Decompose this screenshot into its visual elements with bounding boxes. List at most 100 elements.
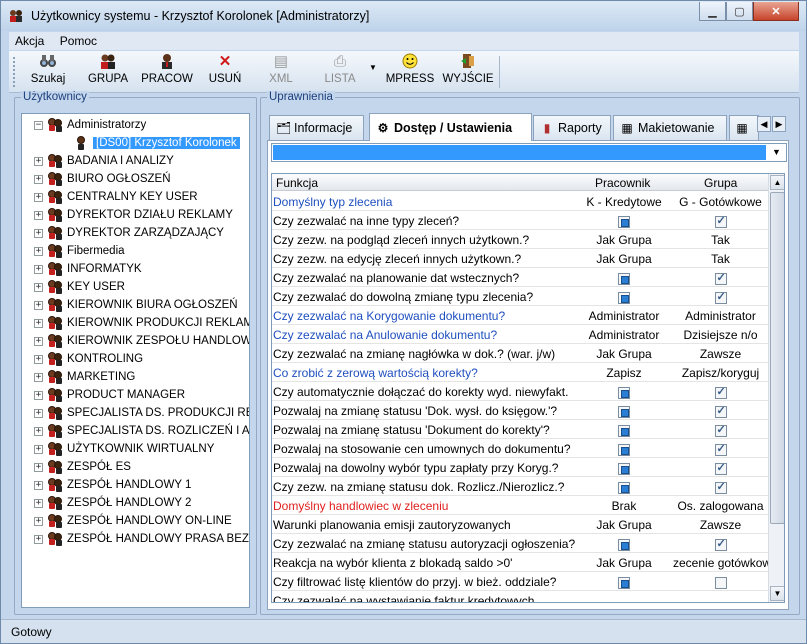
maximize-button[interactable]: ▢ <box>726 2 753 21</box>
table-row[interactable]: Pozwalaj na dowolny wybór typu zapłaty p… <box>272 458 768 477</box>
users-tree[interactable]: − Administratorzy [DS00] Krzysztof Korol… <box>21 113 250 608</box>
group-checkbox[interactable] <box>673 385 768 399</box>
expand-icon[interactable]: + <box>34 534 43 544</box>
tree-group-node[interactable]: + ZESPÓŁ HANDLOWY 1 <box>34 476 191 494</box>
tree-group-node[interactable]: +ZESPÓŁ HANDLOWY PRASA BEZPŁATNA <box>34 530 249 548</box>
table-row[interactable]: Czy zezwalać na zmianę nagłówka w dok.? … <box>272 344 768 363</box>
minimize-button[interactable]: ▁ <box>699 2 726 21</box>
employee-value[interactable]: Jak Grupa <box>569 518 679 532</box>
tree-group-node[interactable]: + DYREKTOR ZARZĄDZAJĄCY <box>34 224 224 242</box>
tree-group-node[interactable]: + PRODUCT MANAGER <box>34 386 185 404</box>
tree-group-node[interactable]: +SPECJALISTA DS. ROZLICZEŃ I ANALIZ <box>34 422 249 440</box>
menu-pomoc[interactable]: Pomoc <box>54 32 103 48</box>
group-value[interactable]: Dzisiejsze n/o <box>673 328 768 342</box>
employee-value[interactable]: Administrator <box>569 309 679 323</box>
tree-group-node[interactable]: + ZESPÓŁ HANDLOWY ON-LINE <box>34 512 232 530</box>
group-value[interactable]: Zapisz/koryguj <box>673 366 768 380</box>
search-button[interactable]: Szukaj <box>25 53 71 91</box>
employee-checkbox[interactable] <box>569 404 679 418</box>
expand-icon[interactable]: + <box>34 480 43 490</box>
employee-checkbox[interactable] <box>569 290 679 304</box>
employee-value[interactable]: Jak Grupa <box>569 347 679 361</box>
tab-dostep-ustawienia[interactable]: ⚙ Dostęp / Ustawienia <box>369 113 532 141</box>
group-checkbox[interactable] <box>673 290 768 304</box>
expand-icon[interactable]: + <box>34 318 43 328</box>
expand-icon[interactable]: + <box>34 210 43 220</box>
tree-group-node[interactable]: + KIEROWNIK PRODUKCJI REKLAM <box>34 314 249 332</box>
table-row[interactable]: Czy zezwalać na inne typy zleceń? <box>272 211 768 230</box>
collapse-icon[interactable]: − <box>34 120 43 130</box>
expand-icon[interactable]: + <box>34 462 43 472</box>
settings-combobox[interactable]: ▼ <box>271 143 787 162</box>
employee-value[interactable]: Administrator <box>569 328 679 342</box>
tab-scroll-left[interactable]: ◀ <box>757 116 771 132</box>
scroll-up-icon[interactable]: ▲ <box>770 175 784 190</box>
group-checkbox[interactable] <box>673 271 768 285</box>
table-row[interactable]: Czy zezwalać na wystawianie faktur kredy… <box>272 591 768 602</box>
table-row[interactable]: Warunki planowania emisji zautoryzowanyc… <box>272 515 768 534</box>
table-row[interactable]: Pozwalaj na zmianę statusu 'Dok. wysł. d… <box>272 401 768 420</box>
employee-value[interactable]: Jak Grupa <box>569 233 679 247</box>
employee-checkbox[interactable] <box>569 423 679 437</box>
employee-checkbox[interactable] <box>569 461 679 475</box>
table-row[interactable]: Czy zezw. na podgląd zleceń innych użytk… <box>272 230 768 249</box>
expand-icon[interactable]: + <box>34 192 43 202</box>
expand-icon[interactable]: + <box>34 444 43 454</box>
employee-checkbox[interactable] <box>569 480 679 494</box>
employee-value[interactable]: Jak Grupa <box>569 252 679 266</box>
tab-informacje[interactable]: 🗂 Informacje <box>269 115 364 140</box>
group-value[interactable]: Administrator <box>673 309 768 323</box>
table-row[interactable]: Czy zezwalać na planowanie dat wstecznyc… <box>272 268 768 287</box>
tree-group-node[interactable]: + KIEROWNIK BIURA OGŁOSZEŃ <box>34 296 238 314</box>
xml-button[interactable]: ▤ XML <box>259 53 303 91</box>
expand-icon[interactable]: + <box>34 156 43 166</box>
employee-checkbox[interactable] <box>569 214 679 228</box>
tree-group-node[interactable]: + DYREKTOR DZIAŁU REKLAMY <box>34 206 233 224</box>
scroll-thumb[interactable] <box>770 192 784 524</box>
employee-checkbox[interactable] <box>569 537 679 551</box>
employee-checkbox[interactable] <box>569 271 679 285</box>
expand-icon[interactable]: + <box>34 354 43 364</box>
tree-group-node[interactable]: + KONTROLING <box>34 350 143 368</box>
employee-value[interactable]: Jak Grupa <box>569 556 679 570</box>
group-checkbox[interactable] <box>673 461 768 475</box>
group-value[interactable]: Tak <box>673 233 768 247</box>
group-checkbox[interactable] <box>673 442 768 456</box>
group-value[interactable]: Tak <box>673 252 768 266</box>
tab-makietowanie[interactable]: ▦ Makietowanie <box>613 115 727 140</box>
expand-icon[interactable]: + <box>34 390 43 400</box>
tree-root-node[interactable]: − Administratorzy <box>34 116 146 134</box>
expand-icon[interactable]: + <box>34 372 43 382</box>
employee-button[interactable]: PRACOW <box>139 53 195 91</box>
group-checkbox[interactable] <box>673 423 768 437</box>
toolbar-grip[interactable] <box>13 57 16 87</box>
expand-icon[interactable]: + <box>34 336 43 346</box>
group-value[interactable]: Zawsze <box>673 518 768 532</box>
tree-group-node[interactable]: + Fibermedia <box>34 242 125 260</box>
employee-value[interactable]: Zapisz <box>569 366 679 380</box>
tree-group-node[interactable]: + INFORMATYK <box>34 260 142 278</box>
table-row[interactable]: Czy zezwalać na Anulowanie dokumentu? Adm… <box>272 325 768 344</box>
table-row[interactable]: Czy zezwalać do dowolną zmianę typu zlec… <box>272 287 768 306</box>
tree-group-node[interactable]: + ZESPÓŁ ES <box>34 458 131 476</box>
expand-icon[interactable]: + <box>34 408 43 418</box>
group-value[interactable]: Os. zalogowana <box>673 499 768 513</box>
expand-icon[interactable]: + <box>34 516 43 526</box>
expand-icon[interactable]: + <box>34 282 43 292</box>
group-button[interactable]: GRUPA <box>83 53 133 91</box>
expand-icon[interactable]: + <box>34 300 43 310</box>
table-row[interactable]: Domyślny typ zlecenia K - Kredytowe G - Go… <box>272 192 768 211</box>
tree-group-node[interactable]: + MARKETING <box>34 368 135 386</box>
tab-scroll-right[interactable]: ▶ <box>772 116 786 132</box>
group-checkbox[interactable] <box>673 537 768 551</box>
employee-checkbox[interactable] <box>569 575 679 589</box>
group-checkbox[interactable] <box>673 214 768 228</box>
table-row[interactable]: Pozwalaj na zmianę statusu 'Dokument do … <box>272 420 768 439</box>
group-checkbox[interactable] <box>673 480 768 494</box>
list-button[interactable]: ⎙ LISTA <box>315 53 365 91</box>
table-row[interactable]: Czy zezw. na edycję zleceń innych użytko… <box>272 249 768 268</box>
close-button[interactable]: ✕ <box>753 2 799 21</box>
expand-icon[interactable]: + <box>34 426 43 436</box>
group-value[interactable]: G - Gotówkowe <box>673 195 768 209</box>
mpress-button[interactable]: MPRESS <box>385 53 435 91</box>
